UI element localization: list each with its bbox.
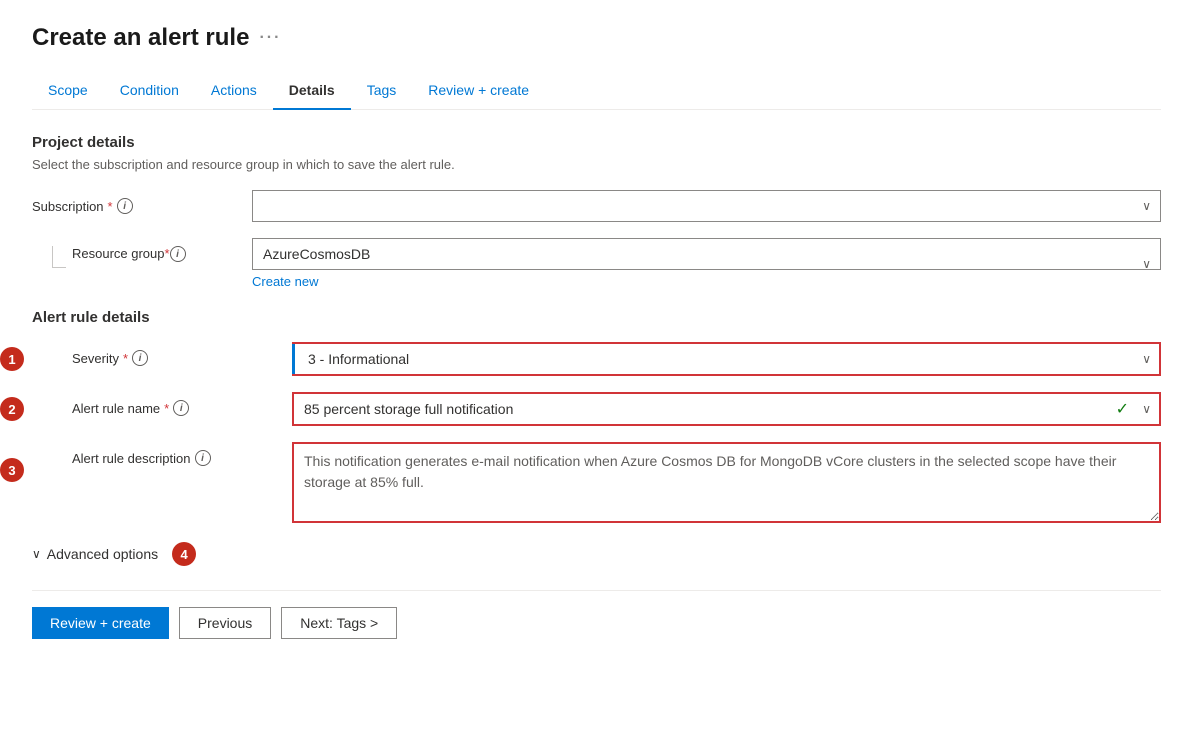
subscription-required: *	[108, 199, 113, 214]
severity-label: Severity * i	[72, 342, 292, 366]
tab-review-create[interactable]: Review + create	[412, 72, 545, 110]
step-3-badge: 3	[0, 458, 24, 482]
alert-rule-name-input[interactable]	[292, 392, 1161, 426]
step-1-badge: 1	[0, 347, 24, 371]
title-ellipsis: ···	[259, 29, 281, 47]
project-details-section: Project details Select the subscription …	[32, 134, 1161, 289]
resource-group-indent: Resource group * i	[32, 246, 186, 268]
resource-group-control: AzureCosmosDB ∨ Create new	[252, 238, 1161, 289]
step-4-badge: 4	[172, 542, 196, 566]
alert-rule-description-textarea[interactable]	[292, 442, 1161, 523]
resource-group-label-wrap: Resource group * i	[32, 238, 252, 268]
severity-info-icon[interactable]: i	[132, 350, 148, 366]
severity-required: *	[123, 351, 128, 366]
advanced-options-section: ∨ Advanced options 4	[32, 542, 1161, 566]
alert-rule-name-control: ✓ ∨	[292, 392, 1161, 426]
alert-rule-details-title: Alert rule details	[32, 309, 1161, 326]
severity-blue-bar	[292, 344, 295, 374]
severity-control: 3 - Informational 0 - Critical 1 - Error…	[292, 342, 1161, 376]
alert-rule-description-control	[292, 442, 1161, 526]
tab-details[interactable]: Details	[273, 72, 351, 110]
severity-row: 1 Severity * i 3 - Informational 0 - Cri…	[32, 342, 1161, 376]
resource-group-info-icon[interactable]: i	[170, 246, 186, 262]
resource-group-row: Resource group * i AzureCosmosDB ∨ Creat…	[32, 238, 1161, 289]
alert-rule-name-required: *	[164, 401, 169, 416]
previous-button[interactable]: Previous	[179, 607, 271, 639]
resource-group-required: *	[165, 246, 170, 261]
review-create-button[interactable]: Review + create	[32, 607, 169, 639]
subscription-row: Subscription * i ∨	[32, 190, 1161, 222]
severity-select[interactable]: 3 - Informational 0 - Critical 1 - Error…	[292, 342, 1161, 376]
advanced-options-chevron-icon: ∨	[32, 547, 41, 561]
tab-bar: Scope Condition Actions Details Tags Rev…	[32, 72, 1161, 110]
tab-scope[interactable]: Scope	[32, 72, 104, 110]
subscription-label: Subscription * i	[32, 190, 252, 214]
advanced-options-label: Advanced options	[47, 546, 158, 562]
next-tags-button[interactable]: Next: Tags >	[281, 607, 397, 639]
create-new-link[interactable]: Create new	[252, 274, 318, 289]
page-title: Create an alert rule	[32, 24, 249, 52]
subscription-select[interactable]	[252, 190, 1161, 222]
project-details-desc: Select the subscription and resource gro…	[32, 157, 1161, 172]
alert-rule-description-info-icon[interactable]: i	[195, 450, 211, 466]
step-2-badge: 2	[0, 397, 24, 421]
advanced-options-toggle[interactable]: ∨ Advanced options 4	[32, 542, 1161, 566]
page-title-section: Create an alert rule ···	[32, 24, 1161, 52]
alert-rule-details-section: Alert rule details 1 Severity * i 3 - In…	[32, 309, 1161, 526]
alert-rule-name-info-icon[interactable]: i	[173, 400, 189, 416]
subscription-control: ∨	[252, 190, 1161, 222]
resource-group-select[interactable]: AzureCosmosDB	[252, 238, 1161, 270]
footer: Review + create Previous Next: Tags >	[32, 590, 1161, 639]
alert-rule-name-check-icon: ✓	[1116, 399, 1129, 419]
tab-condition[interactable]: Condition	[104, 72, 195, 110]
tab-actions[interactable]: Actions	[195, 72, 273, 110]
alert-rule-description-row: 3 Alert rule description i	[32, 442, 1161, 526]
resource-group-line	[52, 246, 66, 268]
project-details-title: Project details	[32, 134, 1161, 151]
tab-tags[interactable]: Tags	[351, 72, 413, 110]
alert-rule-name-row: 2 Alert rule name * i ✓ ∨	[32, 392, 1161, 426]
alert-rule-name-label: Alert rule name * i	[72, 392, 292, 416]
subscription-info-icon[interactable]: i	[117, 198, 133, 214]
alert-rule-description-label: Alert rule description i	[72, 442, 292, 466]
